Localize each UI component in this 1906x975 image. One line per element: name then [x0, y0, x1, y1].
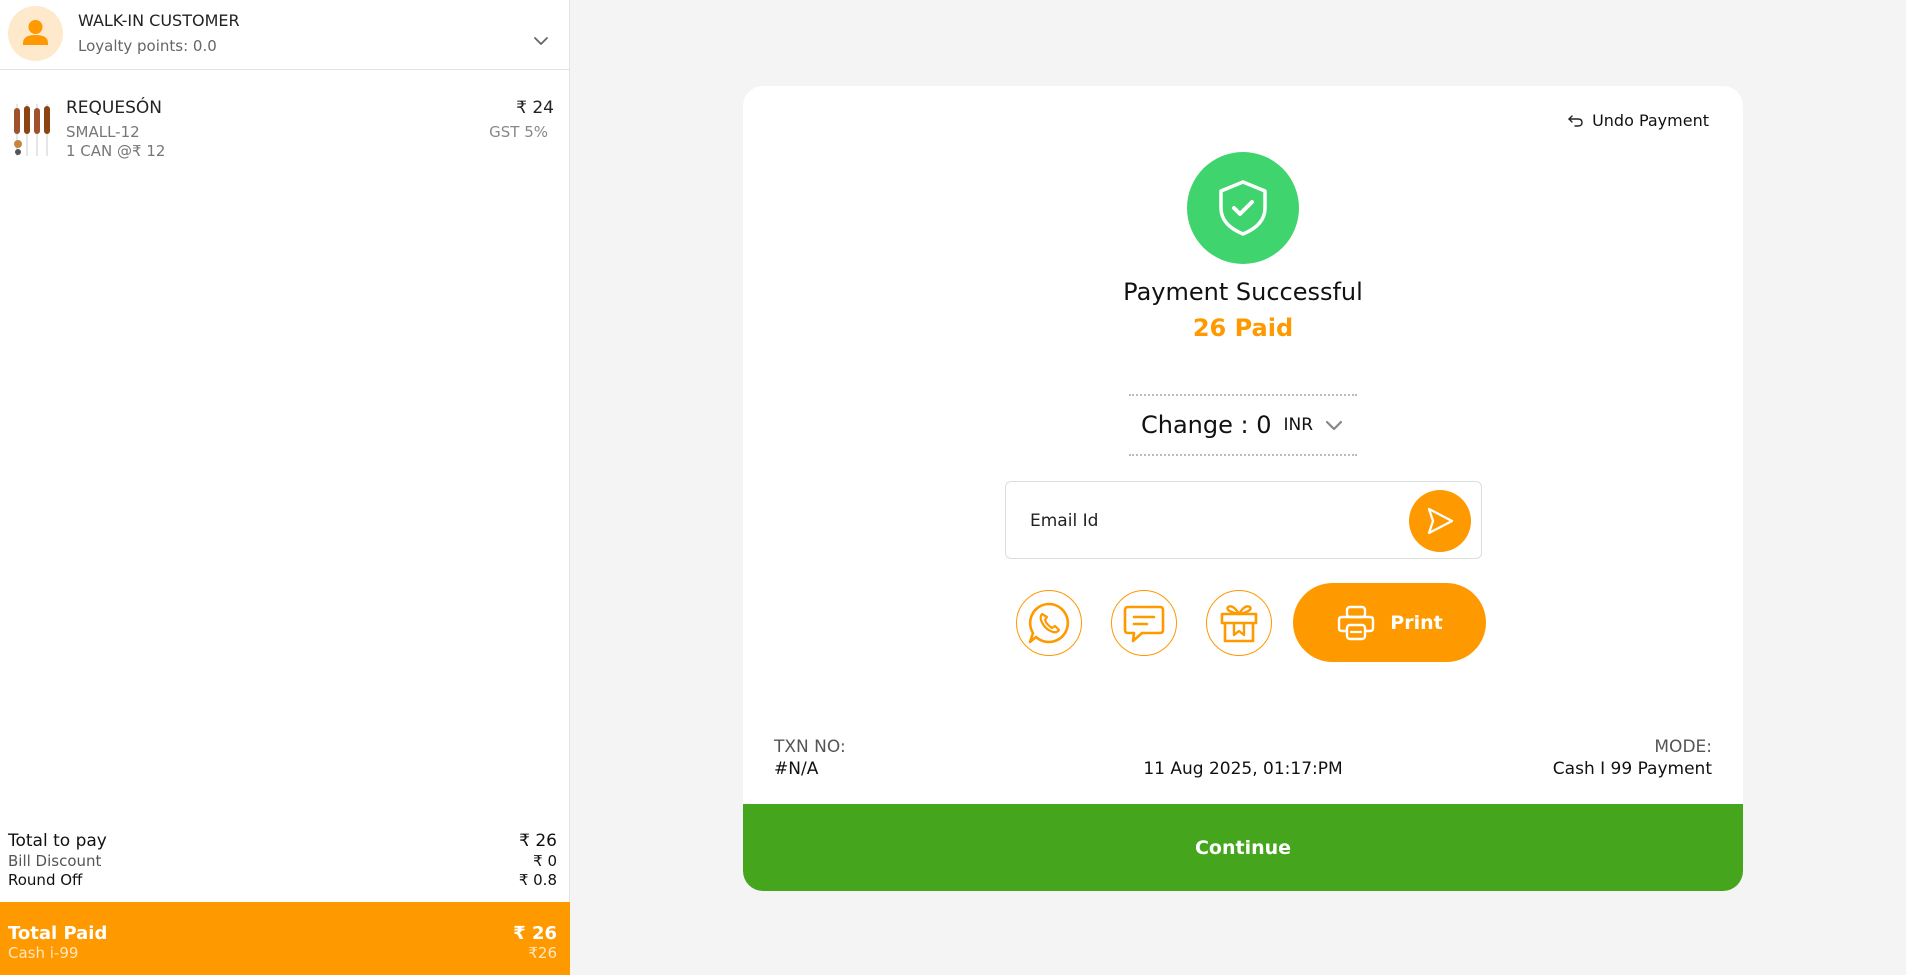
discount-value: ₹ 0 — [533, 852, 557, 870]
paid-method: Cash i-99 — [8, 944, 79, 962]
payment-method-row: Cash i-99 ₹26 — [8, 944, 557, 962]
change-label: Change : 0 — [1140, 411, 1272, 439]
txn-label: TXN NO: — [774, 737, 846, 757]
totals-summary: Total to pay ₹ 26 Bill Discount ₹ 0 Roun… — [0, 828, 570, 902]
mode-label: MODE: — [1654, 737, 1712, 757]
bill-discount-row: Bill Discount ₹ 0 — [8, 852, 557, 870]
print-label: Print — [1390, 611, 1443, 634]
total-paid-row: Total Paid ₹ 26 — [8, 923, 557, 944]
undo-label: Undo Payment — [1592, 111, 1709, 130]
chevron-down-icon[interactable] — [1323, 414, 1345, 436]
product-thumbnail — [14, 104, 50, 156]
user-icon — [23, 20, 48, 45]
undo-icon — [1568, 115, 1583, 127]
item-quantity: 1 CAN @₹ 12 — [66, 142, 166, 160]
item-gst: GST 5% — [489, 123, 548, 141]
loyalty-points: Loyalty points: 0.0 — [78, 37, 217, 55]
chevron-down-icon[interactable] — [530, 30, 552, 52]
paid-amount: 26 Paid — [1192, 314, 1294, 342]
total-value: ₹ 26 — [519, 831, 557, 851]
sms-share-button[interactable] — [1111, 590, 1177, 656]
customer-selector[interactable]: WALK-IN CUSTOMER Loyalty points: 0.0 — [0, 0, 570, 70]
roundoff-label: Round Off — [8, 871, 83, 889]
customer-avatar — [8, 6, 63, 61]
customer-name: WALK-IN CUSTOMER — [78, 11, 240, 30]
gift-receipt-button[interactable] — [1206, 590, 1272, 656]
paid-value: ₹ 26 — [513, 923, 557, 944]
print-button[interactable]: Print — [1293, 583, 1486, 662]
change-display: Change : 0 INR — [1129, 394, 1357, 456]
message-icon — [1123, 605, 1165, 643]
printer-icon — [1338, 605, 1375, 640]
cart-panel: WALK-IN CUSTOMER Loyalty points: 0.0 REQ… — [0, 0, 570, 975]
currency-select[interactable]: INR — [1283, 415, 1313, 435]
total-label: Total to pay — [8, 831, 107, 851]
item-name: REQUESÓN — [66, 98, 163, 118]
email-input[interactable] — [1030, 507, 1370, 535]
payment-success-card: Undo Payment Payment Successful 26 Paid … — [743, 86, 1743, 891]
item-price: ₹ 24 — [516, 98, 554, 118]
discount-label: Bill Discount — [8, 852, 102, 870]
send-email-button[interactable] — [1409, 490, 1471, 552]
gift-icon — [1220, 605, 1258, 643]
payment-mode: Cash I 99 Payment — [1552, 759, 1712, 779]
item-variant: SMALL-12 — [66, 123, 140, 141]
whatsapp-icon — [1028, 602, 1070, 644]
paid-label: Total Paid — [8, 923, 108, 944]
payment-status-title: Payment Successful — [1123, 278, 1363, 306]
total-to-pay-row: Total to pay ₹ 26 — [8, 831, 557, 851]
whatsapp-share-button[interactable] — [1016, 590, 1082, 656]
email-field-container — [1005, 481, 1482, 559]
total-paid-bar: Total Paid ₹ 26 Cash i-99 ₹26 — [0, 902, 570, 975]
continue-button[interactable]: Continue — [743, 804, 1743, 891]
roundoff-value: ₹ 0.8 — [518, 871, 557, 889]
shield-check-icon — [1219, 180, 1267, 236]
undo-payment-button[interactable]: Undo Payment — [1568, 111, 1709, 130]
send-icon — [1427, 507, 1454, 535]
cart-item[interactable]: REQUESÓN SMALL-12 1 CAN @₹ 12 ₹ 24 GST 5… — [0, 88, 570, 168]
round-off-row: Round Off ₹ 0.8 — [8, 871, 557, 889]
paid-method-value: ₹26 — [528, 944, 557, 962]
success-badge — [1187, 152, 1299, 264]
